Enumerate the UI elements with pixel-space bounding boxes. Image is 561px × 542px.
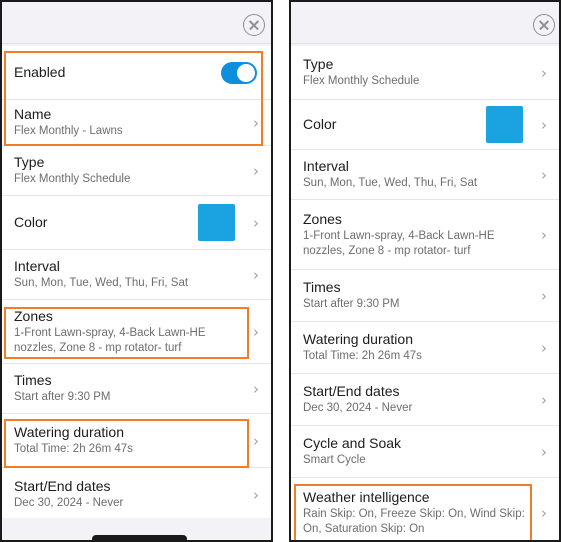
weather-intelligence-row[interactable]: Weather intelligence Rain Skip: On, Free… [291,478,559,540]
chevron-right-icon: › [541,286,547,305]
start-end-dates-value: Dec 30, 2024 - Never [303,402,413,414]
weather-intelligence-value: Rain Skip: On, Freeze Skip: On, Wind Ski… [303,508,525,535]
interval-row[interactable]: Interval Sun, Mon, Tue, Wed, Thu, Fri, S… [291,150,559,200]
chevron-right-icon: › [541,338,547,357]
interval-value: Sun, Mon, Tue, Wed, Thu, Fri, Sat [14,277,189,289]
interval-value: Sun, Mon, Tue, Wed, Thu, Fri, Sat [303,177,478,189]
close-icon[interactable] [533,14,555,36]
top-bar [2,2,271,44]
interval-title: Interval [303,158,349,174]
right-screenshot-panel: Type Flex Monthly Schedule › Color › Int… [289,0,561,542]
type-value: Flex Monthly Schedule [14,173,131,185]
start-end-dates-title: Start/End dates [14,478,111,494]
chevron-right-icon: › [541,504,547,522]
zones-title: Zones [303,210,342,227]
watering-duration-title: Watering duration [14,424,124,440]
times-value: Start after 9:30 PM [303,298,400,310]
chevron-right-icon: › [253,379,259,398]
start-end-dates-row[interactable]: Start/End dates Dec 30, 2024 - Never › [2,468,271,522]
start-end-dates-title: Start/End dates [303,383,400,399]
chevron-right-icon: › [541,63,547,82]
start-end-dates-value: Dec 30, 2024 - Never [14,497,124,509]
color-row[interactable]: Color › [2,196,271,250]
toggle-knob [237,63,255,82]
color-swatch [198,204,235,241]
chevron-right-icon: › [253,485,259,504]
left-screenshot-panel: Enabled Name Flex Monthly - Lawns › Type… [0,0,273,542]
zones-title: Zones [14,307,53,324]
chevron-right-icon: › [253,265,259,284]
interval-row[interactable]: Interval Sun, Mon, Tue, Wed, Thu, Fri, S… [2,250,271,300]
name-title: Name [14,106,52,122]
cycle-and-soak-value: Smart Cycle [303,454,366,466]
name-value: Flex Monthly - Lawns [14,125,123,137]
close-icon[interactable] [243,14,265,36]
cycle-and-soak-title: Cycle and Soak [303,435,402,451]
chevron-right-icon: › [253,322,259,341]
name-row[interactable]: Name Flex Monthly - Lawns › [2,100,271,146]
color-row[interactable]: Color › [291,100,559,150]
type-row[interactable]: Type Flex Monthly Schedule › [2,146,271,196]
watering-duration-value: Total Time: 2h 26m 47s [14,443,133,455]
enabled-label: Enabled [14,64,66,80]
chevron-right-icon: › [541,165,547,184]
bottom-bar [2,518,271,540]
type-title: Type [303,56,334,72]
cycle-and-soak-row[interactable]: Cycle and Soak Smart Cycle › [291,426,559,478]
weather-intelligence-title: Weather intelligence [303,489,430,505]
chevron-right-icon: › [541,390,547,409]
times-title: Times [14,372,52,388]
zones-value: 1-Front Lawn-spray, 4-Back Lawn-HE nozzl… [303,229,495,257]
chevron-right-icon: › [253,113,259,132]
times-row[interactable]: Times Start after 9:30 PM › [291,270,559,322]
chevron-right-icon: › [541,115,547,134]
schedule-settings-list: Type Flex Monthly Schedule › Color › Int… [291,46,559,540]
chevron-right-icon: › [541,442,547,461]
chevron-right-icon: › [253,213,259,232]
watering-duration-row[interactable]: Watering duration Total Time: 2h 26m 47s… [291,322,559,374]
zones-value: 1-Front Lawn-spray, 4-Back Lawn-HE nozzl… [14,326,206,354]
schedule-settings-list: Enabled Name Flex Monthly - Lawns › Type… [2,46,271,522]
type-title: Type [14,154,45,170]
watering-duration-row[interactable]: Watering duration Total Time: 2h 26m 47s… [2,414,271,468]
zones-row[interactable]: Zones 1-Front Lawn-spray, 4-Back Lawn-HE… [291,200,559,270]
type-value: Flex Monthly Schedule [303,75,420,87]
top-bar [291,2,559,44]
home-indicator [92,535,187,540]
chevron-right-icon: › [541,225,547,244]
chevron-right-icon: › [253,161,259,180]
watering-duration-title: Watering duration [303,331,413,347]
times-row[interactable]: Times Start after 9:30 PM › [2,364,271,414]
interval-title: Interval [14,258,60,274]
color-swatch [486,106,523,143]
color-title: Color [303,116,337,132]
chevron-right-icon: › [253,431,259,450]
start-end-dates-row[interactable]: Start/End dates Dec 30, 2024 - Never › [291,374,559,426]
times-title: Times [303,279,341,295]
watering-duration-value: Total Time: 2h 26m 47s [303,350,422,362]
enabled-row[interactable]: Enabled [2,46,271,100]
type-row[interactable]: Type Flex Monthly Schedule › [291,46,559,100]
times-value: Start after 9:30 PM [14,391,111,403]
enabled-toggle[interactable] [221,61,257,84]
zones-row[interactable]: Zones 1-Front Lawn-spray, 4-Back Lawn-HE… [2,300,271,364]
color-title: Color [14,214,48,230]
